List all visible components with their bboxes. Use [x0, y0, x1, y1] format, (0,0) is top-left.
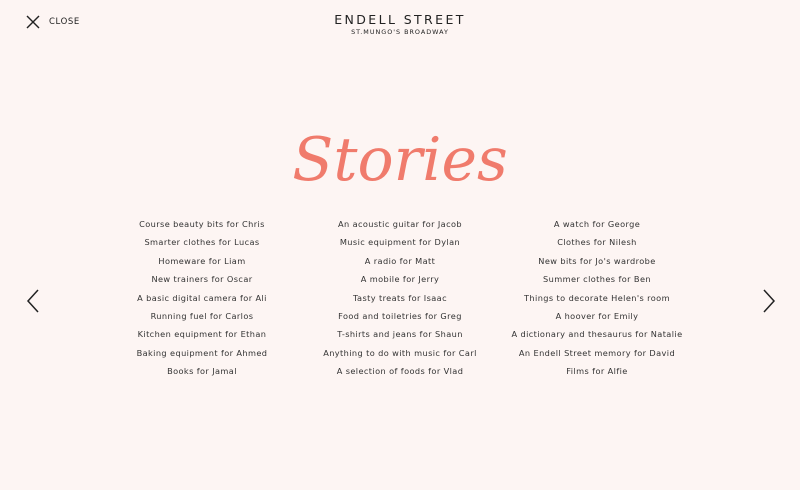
story-link[interactable]: A dictionary and thesaurus for Natalie — [487, 327, 707, 345]
svg-text:Stories: Stories — [292, 125, 508, 195]
story-link[interactable]: Clothes for Nilesh — [487, 235, 707, 253]
story-link[interactable]: Course beauty bits for Chris — [92, 217, 312, 235]
story-link[interactable]: A hoover for Emily — [487, 309, 707, 327]
story-link[interactable]: Things to decorate Helen's room — [487, 291, 707, 309]
story-link[interactable]: A radio for Matt — [290, 254, 510, 272]
story-link[interactable]: A watch for George — [487, 217, 707, 235]
story-link[interactable]: New bits for Jo's wardrobe — [487, 254, 707, 272]
stories-column-3: A watch for George Clothes for Nilesh New … — [487, 217, 707, 383]
page-title-lettering: Stories — [292, 125, 508, 195]
chevron-right-icon — [763, 289, 776, 313]
story-link[interactable]: Anything to do with music for Carl — [290, 346, 510, 364]
story-link[interactable]: T-shirts and jeans for Shaun — [290, 327, 510, 345]
prev-button[interactable] — [26, 289, 40, 313]
story-link[interactable]: Books for Jamal — [92, 364, 312, 382]
story-link[interactable]: An Endell Street memory for David — [487, 346, 707, 364]
story-link[interactable]: Smarter clothes for Lucas — [92, 235, 312, 253]
story-link[interactable]: Kitchen equipment for Ethan — [92, 327, 312, 345]
site-header: ENDELL STREET ST.MUNGO'S BROADWAY — [0, 12, 800, 36]
story-link[interactable]: A selection of foods for Vlad — [290, 364, 510, 382]
story-link[interactable]: A mobile for Jerry — [290, 272, 510, 290]
story-link[interactable]: Films for Alfie — [487, 364, 707, 382]
story-link[interactable]: Homeware for Liam — [92, 254, 312, 272]
next-button[interactable] — [762, 289, 776, 313]
story-link[interactable]: Summer clothes for Ben — [487, 272, 707, 290]
story-link[interactable]: Running fuel for Carlos — [92, 309, 312, 327]
brand-subtitle: ST.MUNGO'S BROADWAY — [351, 28, 449, 36]
story-link[interactable]: Baking equipment for Ahmed — [92, 346, 312, 364]
brand-name: ENDELL STREET — [334, 12, 466, 27]
story-link[interactable]: Tasty treats for Isaac — [290, 291, 510, 309]
story-link[interactable]: Food and toiletries for Greg — [290, 309, 510, 327]
story-link[interactable]: Music equipment for Dylan — [290, 235, 510, 253]
story-link[interactable]: A basic digital camera for Ali — [92, 291, 312, 309]
stories-column-1: Course beauty bits for Chris Smarter clot… — [92, 217, 312, 383]
story-link[interactable]: New trainers for Oscar — [92, 272, 312, 290]
page-title: Stories — [0, 110, 800, 204]
chevron-left-icon — [26, 289, 39, 313]
stories-column-2: An acoustic guitar for Jacob Music equipm… — [290, 217, 510, 383]
story-link[interactable]: An acoustic guitar for Jacob — [290, 217, 510, 235]
